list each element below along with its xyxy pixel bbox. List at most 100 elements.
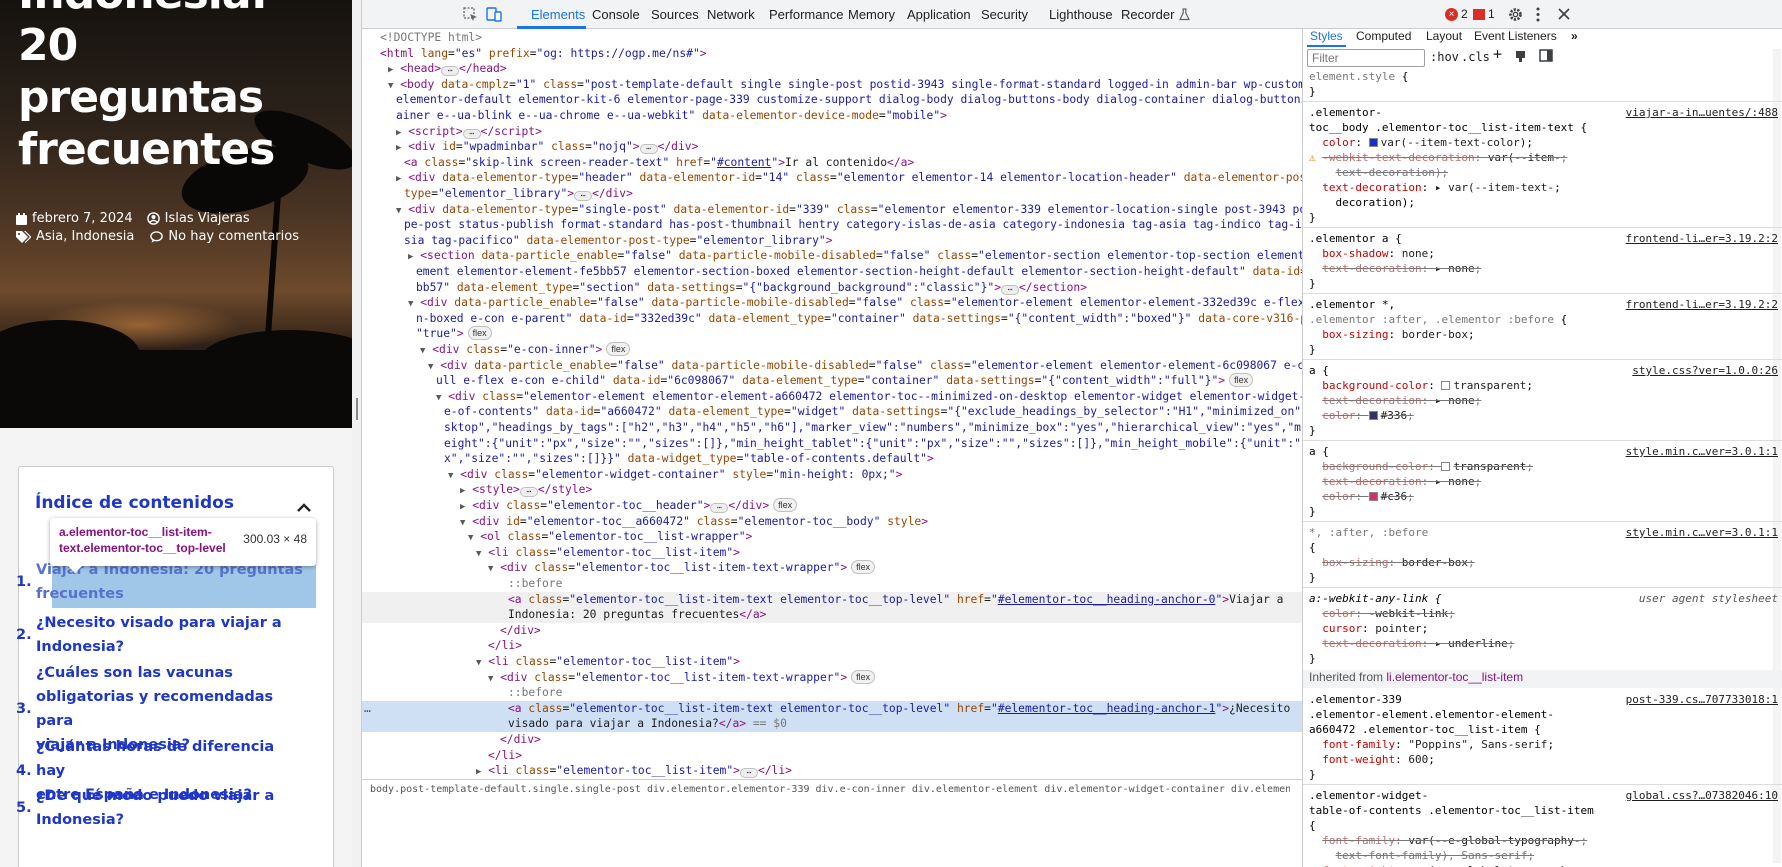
tab-elements[interactable]: Elements (531, 0, 585, 29)
tab-computed[interactable]: Computed (1356, 29, 1411, 44)
dom-node-line[interactable]: sia tag-pacifico" data-elementor-post-ty… (362, 233, 1302, 249)
dom-node-line[interactable]: eight":{"unit":"px","size":"","sizes":[]… (362, 436, 1302, 452)
style-rule-line[interactable]: a660472 .elementor-toc__list-item { (1309, 722, 1779, 737)
style-rule-line[interactable]: text-decoration: ▸ var(--item-text-; (1309, 180, 1779, 195)
style-rule-line[interactable]: } (1309, 276, 1779, 291)
dom-node-line[interactable]: ▶ <div class="elementor-toc__header"> ⋯ </… (362, 498, 1302, 514)
dom-node-line[interactable]: ▼ <li class="elementor-toc__list-item"> (362, 545, 1302, 561)
style-rule-line[interactable]: element.style { (1309, 69, 1779, 84)
style-rule-line[interactable]: font-weight: 600; (1309, 752, 1779, 767)
style-rule-line[interactable]: color: #c36; (1309, 489, 1779, 504)
dom-node-line[interactable]: ▶ <div data-elementor-type="header" data… (362, 170, 1302, 186)
style-rule-line[interactable]: font-family: var(--e-global-typography-; (1309, 833, 1779, 848)
dom-node-line[interactable]: </li> (362, 748, 1302, 764)
style-rule-line[interactable]: font-family: "Poppins", Sans-serif; (1309, 737, 1779, 752)
style-rule-line[interactable]: { (1309, 818, 1779, 833)
tab-console[interactable]: Console (592, 0, 640, 29)
style-rule-line[interactable]: } (1309, 423, 1779, 438)
style-rule-line[interactable]: text-decoration: ▸ none; (1309, 393, 1779, 408)
post-author[interactable]: Islas Viajeras (146, 211, 250, 226)
node-actions-icon[interactable]: … (364, 701, 371, 717)
tab-layout[interactable]: Layout (1426, 29, 1462, 44)
breadcrumb[interactable]: body.post-template-default.single.single… (370, 784, 1290, 796)
style-rule-line[interactable]: text-decoration: ▸ none; (1309, 261, 1779, 276)
dom-node-line[interactable]: ▼ <div id="elementor-toc__a660472" class… (362, 514, 1302, 530)
style-source-link[interactable]: user agent stylesheet (1639, 591, 1778, 606)
more-tabs-chevron-icon[interactable]: » (1571, 29, 1578, 44)
style-source-link[interactable]: frontend-li…er=3.19.2:2 (1626, 231, 1778, 246)
style-rule-line[interactable]: .elementor-element.elementor-element- (1309, 707, 1779, 722)
style-rule-line[interactable]: color: var(--item-text-color); (1309, 135, 1779, 150)
dom-node-selected[interactable]: visado para viajar a Indonesia?</a> == $… (362, 716, 1302, 732)
dom-node-line[interactable]: ▶ <style> ⋯ </style> (362, 482, 1302, 498)
style-source-link[interactable]: frontend-li…er=3.19.2:2 (1626, 297, 1778, 312)
style-source-link[interactable]: style.css?ver=1.0.0:26 (1632, 363, 1778, 378)
dom-node-line[interactable]: ▶ <head> ⋯ </head> (362, 61, 1302, 77)
style-rule-line[interactable]: { (1309, 540, 1779, 555)
dom-node-line[interactable]: Indonesia: 20 preguntas frecuentes</a> (362, 607, 1302, 623)
issues-badge[interactable]: 1 (1473, 7, 1495, 21)
dom-node-line[interactable]: ▶ <div id="wpadminbar" class="nojq"> ⋯ </d… (362, 139, 1302, 155)
dom-node-selected[interactable]: <a class="elementor-toc__list-item-text … (362, 700, 1302, 717)
dom-node-line[interactable]: <!DOCTYPE html> (362, 30, 1302, 46)
dom-node-line[interactable]: ▼ <div class="e-con-inner"> flex (362, 342, 1302, 358)
style-rule-line[interactable]: } (1309, 210, 1779, 225)
dom-node-line[interactable]: ▼ <ol class="elementor-toc__list-wrapper… (362, 529, 1302, 545)
style-rule-line[interactable]: } (1309, 342, 1779, 357)
style-rule-line[interactable]: .elementor :after, .elementor :before { (1309, 312, 1779, 327)
style-rule-line[interactable]: table-of-contents .elementor-toc__list-i… (1309, 803, 1779, 818)
dom-node-line[interactable]: "true"> flex (362, 326, 1302, 342)
new-style-rule-icon[interactable]: + (1493, 47, 1502, 62)
cls-toggle[interactable]: .cls (1461, 50, 1490, 65)
post-categories[interactable]: Asia, Indonesia (16, 229, 134, 244)
dom-node-line[interactable]: e-of-contents" data-id="a660472" data-el… (362, 404, 1302, 420)
inspect-element-icon[interactable] (463, 7, 478, 22)
toc-item[interactable]: 5. ¿De qué modo puedo viajar a Indonesia… (16, 784, 306, 832)
toc-item[interactable]: 2. ¿Necesito visado para viajar a Indone… (16, 611, 306, 659)
style-rule-line[interactable]: font-weight: var(--e-global-typography-; (1309, 863, 1779, 867)
tab-performance[interactable]: Performance (769, 0, 843, 29)
toc-item-link[interactable]: ¿Necesito visado para viajar a Indonesia… (36, 611, 282, 659)
dom-node-line[interactable]: ::before (362, 685, 1302, 701)
dom-node-line[interactable]: ▼ <div data-particle_enable="false" data… (362, 295, 1302, 311)
style-rule-line[interactable]: toc__body .elementor-toc__list-item-text… (1309, 120, 1779, 135)
style-source-link[interactable]: style.min.c…ver=3.0.1:1 (1626, 525, 1778, 540)
style-source-link[interactable]: style.min.c…ver=3.0.1:1 (1626, 444, 1778, 459)
tab-security[interactable]: Security (981, 0, 1028, 29)
dom-node-line[interactable]: ainer e--ua-blink e--ua-chrome e--ua-web… (362, 108, 1302, 124)
dom-node-line[interactable]: ement elementor-element-fe5bb57 elemento… (362, 264, 1302, 280)
style-rule-line[interactable]: } (1309, 504, 1779, 519)
style-source-link[interactable]: viajar-a-in…uentes/:488 (1626, 105, 1778, 120)
dom-node-line[interactable]: elementor-default elementor-kit-6 elemen… (362, 92, 1302, 108)
tab-network[interactable]: Network (707, 0, 755, 29)
style-rule-line[interactable]: text-decoration: ▸ none; (1309, 474, 1779, 489)
splitter-grip-icon[interactable] (356, 398, 358, 420)
dom-node-line[interactable]: ▼ <li class="elementor-toc__list-item"> (362, 654, 1302, 670)
tab-sources[interactable]: Sources (651, 0, 699, 29)
device-toolbar-icon[interactable] (486, 6, 502, 22)
dom-node-line[interactable]: ▼ <div class="elementor-widget-container… (362, 467, 1302, 483)
post-comments[interactable]: No hay comentarios (150, 229, 299, 244)
settings-gear-icon[interactable] (1508, 7, 1523, 22)
hov-toggle[interactable]: :hov (1430, 50, 1459, 65)
dom-node-line[interactable]: n-boxed e-con e-parent" data-id="332ed39… (362, 311, 1302, 327)
dom-node-line[interactable]: sktop","headings_by_tags":["h2","h3","h4… (362, 420, 1302, 436)
more-options-icon[interactable] (1536, 7, 1540, 22)
tab-styles[interactable]: Styles (1310, 29, 1343, 44)
style-source-link[interactable]: global.css?…07382046:10 (1626, 788, 1778, 803)
styles-filter-input[interactable]: Filter (1307, 49, 1425, 67)
inherited-from-header[interactable]: Inherited from li.elementor-toc__list-it… (1303, 670, 1782, 688)
tab-lighthouse[interactable]: Lighthouse (1049, 0, 1113, 29)
tab-event-listeners[interactable]: Event Listeners (1474, 29, 1557, 44)
dom-node-line[interactable]: </div> (362, 623, 1302, 639)
sidebar-toggle-icon[interactable] (1539, 49, 1553, 62)
dom-node-line[interactable]: ::before (362, 576, 1302, 592)
dom-node-line[interactable]: ▶ <script> ⋯ </script> (362, 124, 1302, 140)
style-rule-line[interactable]: color: #336; (1309, 408, 1779, 423)
paint-bucket-icon[interactable] (1515, 50, 1526, 63)
dom-node-line[interactable]: ▼ <body data-cmplz="1" class="post-templ… (362, 77, 1302, 93)
dom-node-line[interactable]: type="elementor_library"> ⋯ </div> (362, 186, 1302, 202)
tab-recorder[interactable]: Recorder (1121, 0, 1174, 29)
dom-node-line[interactable]: ▼ <div data-elementor-type="single-post"… (362, 202, 1302, 218)
errors-badge[interactable]: × 2 (1445, 7, 1468, 21)
